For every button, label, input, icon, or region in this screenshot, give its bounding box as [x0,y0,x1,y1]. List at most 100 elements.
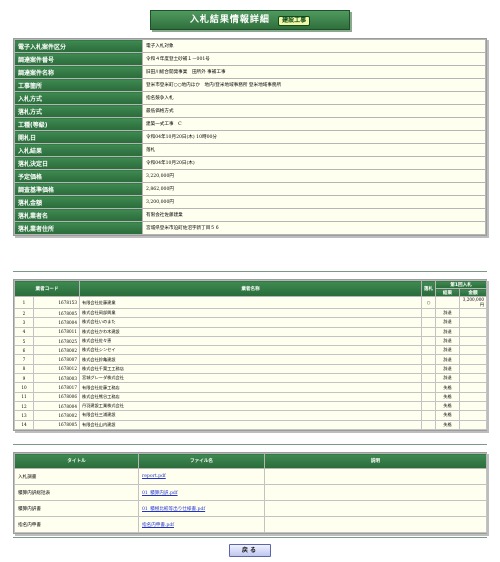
info-label: 入札方式 [14,91,143,105]
winner-mark: ○ [421,296,437,309]
winner-mark [421,391,437,402]
row-number: 13 [14,410,34,421]
info-label: 工事箇所 [14,78,143,92]
row-number: 4 [14,326,34,337]
bid-result: 失格 [435,419,461,430]
info-label: 工種(等級) [14,117,143,131]
bidder-code: 1678004 [32,400,81,412]
bidder-code: 1678004 [32,317,81,328]
bid-amount [459,307,488,319]
info-label: 調査基準価格 [14,182,143,196]
info-label: 調達案件名称 [14,65,143,79]
col-header-code: 業者コード [13,280,81,297]
bid-amount [459,391,488,402]
bidders-table: 業者コード 業者名称 落札 第1回入札 結果 金額 1 1678153 有限会社佐藤… [13,280,488,430]
winner-mark [421,335,437,347]
info-label: 落札金額 [14,195,143,209]
bidder-code: 1678012 [32,363,81,375]
info-row: 落札決定日 令和04年10月20日(木) [14,156,486,170]
attachment-file-cell: report.pdf [138,468,265,485]
info-row: 落札金額 3,200,000円 [14,195,486,209]
winner-mark [421,307,437,319]
attachment-row: 積算内訳総括表 01_積算内訳.pdf [14,484,487,501]
bidder-row: 6 1678002 株式会社シンセイ 辞退 [14,345,488,356]
col-header-description: 説明 [264,453,487,469]
back-button[interactable]: 戻る [229,544,271,557]
info-label: 入札結果 [14,143,143,157]
col-header-name: 業者名称 [79,280,423,297]
category-badge: 建設工事 [278,16,311,26]
info-value: 旧田川総合開発事業 田所外 事補工事 [142,65,486,79]
bidder-row: 13 1678002 有限会社三浦建設 失格 [14,410,488,421]
bid-result: 辞退 [435,345,461,356]
bid-result: 失格 [435,410,461,421]
bidder-row: 1 1678153 有限会社佐藤建業 ○ 3,200,000円 [14,296,488,309]
bidder-row: 8 1678012 株式会社千葉工工務店 辞退 [14,363,488,375]
bid-result: 辞退 [435,335,461,347]
bidder-row: 5 1678025 株式会社佐々恵 辞退 [14,335,488,347]
winner-mark [421,400,437,412]
bidder-row: 2 1678005 株式会社岡部興業 辞退 [14,307,488,319]
row-number: 2 [14,307,34,319]
bidder-row: 3 1678004 株式会社いのまた 辞退 [14,317,488,328]
attachment-title: 指名内申書 [14,516,139,533]
attachments-table: タイトル ファイル名 説明 入札調書 report.pdf 積算内訳総括表 01_積算… [14,453,487,533]
bid-result: 辞退 [435,307,461,319]
bid-amount: 3,200,000円 [459,296,488,309]
bidders-panel: 業者コード 業者名称 落札 第1回入札 結果 金額 1 1678153 有限会社佐藤… [13,279,488,431]
attachment-description [264,500,487,517]
info-value: 令和04年10月20日(木) [142,156,486,170]
attachment-link[interactable]: 指名内申書.pdf [142,523,174,528]
bid-amount [459,400,488,412]
info-value: 電子入札対象 [142,39,486,53]
row-number: 10 [14,382,34,393]
bidder-row: 14 1678005 有限会社山内建設 失格 [14,419,488,430]
bid-amount [459,345,488,356]
row-number: 3 [14,317,34,328]
info-row: 電子入札案件区分 電子入札対象 [14,39,486,53]
divider [13,537,487,538]
attachment-description [264,468,487,485]
info-label: 開札日 [14,130,143,144]
info-row: 開札日 令和04年10月20日(木) 10時00分 [14,130,486,144]
row-number: 7 [14,354,34,365]
attachment-link[interactable]: 01_積極比較等出り仕様書.pdf [142,507,205,512]
bid-amount [459,317,488,328]
bid-amount [459,326,488,337]
page-title: 入札結果情報詳細 [189,15,270,25]
info-row: 落札方式 最低価格方式 [14,104,486,118]
bid-result: 辞退 [435,317,461,328]
info-row: 工事箇所 登米市登米町○○地内ほか 地内/登米地域事務所 登米地域事務所 [14,78,486,92]
winner-mark [421,326,437,337]
info-value: 登米市登米町○○地内ほか 地内/登米地域事務所 登米地域事務所 [142,78,486,92]
bid-amount [459,410,488,421]
row-number: 9 [14,373,34,384]
info-row: 予定価格 3,220,000円 [14,169,486,183]
bid-amount [459,419,488,430]
info-label: 落札業者住所 [14,221,143,235]
attachment-link[interactable]: 01_積算内訳.pdf [142,491,178,496]
winner-mark [421,345,437,356]
info-value: 2,862,000円 [142,182,486,196]
info-row: 調達案件名称 旧田川総合開発事業 田所外 事補工事 [14,65,486,79]
info-value: 令和04年10月20日(木) 10時00分 [142,130,486,144]
attachment-link[interactable]: report.pdf [142,474,166,479]
bidder-code: 1678017 [32,382,81,393]
col-header-result: 結果 [435,288,461,297]
col-header-filename: ファイル名 [138,453,265,469]
bidder-name: 丹羽建設工業株式会社 [79,400,423,412]
divider [13,271,487,272]
bidder-code: 1678025 [32,335,81,347]
attachment-title: 入札調書 [14,468,139,485]
bidder-code: 1678003 [32,373,81,384]
bidder-code: 1678005 [32,307,81,319]
row-number: 8 [14,363,34,375]
winner-mark [421,363,437,375]
winner-mark [421,317,437,328]
bid-amount [459,373,488,384]
row-number: 5 [14,335,34,347]
bidder-name: 株式会社いのまた [79,317,423,328]
bidder-name: 株式会社シンセイ [79,345,423,356]
info-label: 調達案件番号 [14,52,143,66]
bidder-row: 9 1678003 宮城グレーダ株式会社 辞退 [14,373,488,384]
